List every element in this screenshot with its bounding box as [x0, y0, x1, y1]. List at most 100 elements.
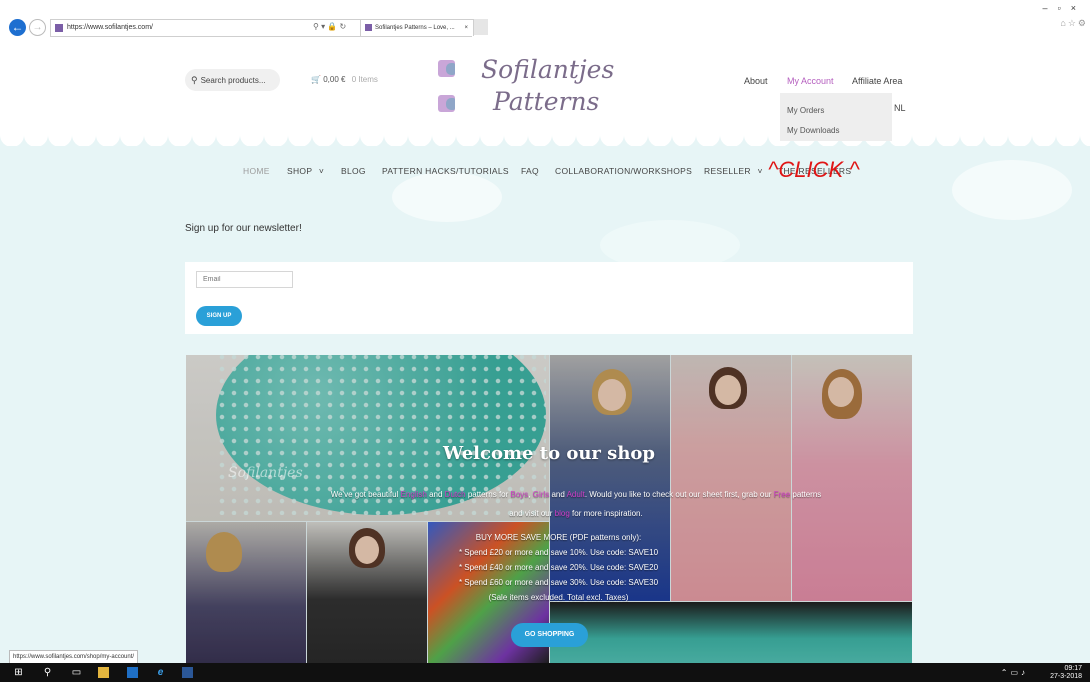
scallop — [696, 124, 720, 146]
web-page: ⚲ Search products... 🛒 0,00 € 0 Items Sof… — [0, 40, 1090, 663]
forward-arrow-icon[interactable]: → — [29, 19, 46, 36]
newsletter-title: Sign up for our newsletter! — [185, 223, 302, 234]
search-products-box[interactable]: ⚲ Search products... — [185, 69, 280, 91]
logo-elephant-icon[interactable] — [438, 95, 455, 112]
hero-text-part: We've got beautiful — [330, 490, 399, 499]
windows-start-icon[interactable]: ⊞ — [13, 667, 24, 678]
menu-home[interactable]: HOME — [243, 166, 270, 176]
scallop — [744, 124, 768, 146]
dropdown-item-my-downloads[interactable]: My Downloads — [787, 126, 839, 135]
scallop — [936, 124, 960, 146]
tab-title: Sofilantjes Patterns – Love, ... — [375, 25, 455, 31]
go-shopping-button[interactable]: GO SHOPPING — [511, 623, 588, 647]
search-icon: ⚲ — [191, 75, 198, 85]
scallop — [480, 124, 504, 146]
scallop — [504, 124, 528, 146]
scallop — [984, 124, 1008, 146]
task-view-icon[interactable]: ▭ — [71, 667, 82, 678]
scallop — [528, 124, 552, 146]
link-english[interactable]: English — [401, 490, 427, 499]
scallop — [1056, 124, 1080, 146]
search-placeholder: Search products... — [200, 76, 266, 85]
scallop — [192, 124, 216, 146]
link-blog[interactable]: blog — [555, 509, 570, 518]
internet-explorer-icon[interactable]: e — [155, 667, 166, 678]
dropdown-item-my-orders[interactable]: My Orders — [787, 106, 824, 115]
scallop — [1032, 124, 1056, 146]
scallop — [552, 124, 576, 146]
menu-collaboration[interactable]: COLLABORATION/WORKSHOPS — [555, 166, 692, 176]
top-link-my-account[interactable]: My Account — [787, 76, 834, 86]
scallop — [240, 124, 264, 146]
link-dutch[interactable]: Dutch — [445, 490, 466, 499]
hero-banner: Sofilantjes Welcome to our shop We've go… — [186, 355, 912, 663]
scallop — [408, 124, 432, 146]
link-boys[interactable]: Boys — [511, 490, 529, 499]
hero-text-part: . Would you like to check out our sheet … — [584, 490, 772, 499]
logo-text-line1[interactable]: Sofilantjes — [481, 55, 614, 84]
file-explorer-icon[interactable] — [98, 667, 109, 678]
scallop — [144, 124, 168, 146]
scallop — [24, 124, 48, 146]
hero-intro-text: We've got beautiful English and Dutch pa… — [330, 490, 822, 518]
cart-amount: 0,00 € — [323, 75, 346, 84]
scallop — [720, 124, 744, 146]
top-link-affiliate-area[interactable]: Affiliate Area — [852, 76, 902, 86]
scallop — [96, 124, 120, 146]
logo-text-line2[interactable]: Patterns — [493, 87, 599, 116]
top-link-about[interactable]: About — [744, 76, 768, 86]
scallop — [384, 124, 408, 146]
email-field[interactable] — [196, 271, 293, 288]
hero-text-part: and visit our — [509, 509, 553, 518]
scallop — [48, 124, 72, 146]
promo-line: * Spend £40 or more and save 20%. Use co… — [458, 563, 659, 572]
menu-blog[interactable]: BLOG — [341, 166, 366, 176]
system-tray-icons[interactable]: ⌃▭♪ — [1001, 668, 1028, 677]
back-arrow-icon[interactable]: ← — [9, 19, 26, 36]
scallop — [120, 124, 144, 146]
scallop — [72, 124, 96, 146]
hero-logo-watermark: Sofilantjes — [228, 465, 303, 481]
chevron-down-icon: ˅ — [757, 166, 763, 176]
address-url: https://www.sofilantjes.com/ — [67, 24, 153, 31]
scallop — [312, 124, 336, 146]
scallop — [168, 124, 192, 146]
scallop — [360, 124, 384, 146]
scallop — [336, 124, 360, 146]
background-cloud — [392, 172, 502, 222]
taskbar-clock[interactable]: 09:17 27-3-2018 — [1050, 665, 1082, 681]
word-icon[interactable] — [182, 667, 193, 678]
windows-taskbar: ⊞ ⚲ ▭ e ⌃▭♪ 09:17 27-3-2018 — [0, 663, 1090, 682]
scallop — [600, 124, 624, 146]
chevron-down-icon: ˅ — [318, 166, 325, 176]
menu-shop-label: SHOP — [287, 166, 313, 176]
link-girls[interactable]: Girls — [533, 490, 549, 499]
cart-summary[interactable]: 🛒 0,00 € 0 Items — [311, 75, 378, 84]
link-adult[interactable]: Adult — [567, 490, 585, 499]
menu-reseller[interactable]: RESELLER ˅ — [704, 166, 763, 176]
window-controls[interactable]: –▫× — [1043, 3, 1086, 13]
sign-up-button[interactable]: SIGN UP — [196, 306, 242, 326]
browser-tab[interactable]: Sofilantjes Patterns – Love, ... × — [360, 19, 474, 36]
menu-shop[interactable]: SHOP ˅ — [287, 166, 324, 176]
hero-text-part: and — [429, 490, 443, 499]
cart-basket-icon: 🛒 — [311, 75, 321, 84]
new-tab-button[interactable] — [474, 19, 488, 35]
tab-close-icon[interactable]: × — [464, 20, 468, 36]
search-lock-refresh-icons[interactable]: ⚲ ▾ 🔒 ↻ — [313, 22, 346, 31]
logo-elephant-icon[interactable] — [438, 60, 455, 77]
scallop — [912, 124, 936, 146]
outlook-icon[interactable] — [127, 667, 138, 678]
scallop — [1008, 124, 1032, 146]
menu-reseller-label: RESELLER — [704, 166, 751, 176]
menu-pattern-hacks[interactable]: PATTERN HACKS/TUTORIALS — [382, 166, 509, 176]
scallop — [264, 124, 288, 146]
link-free[interactable]: Free — [774, 490, 790, 499]
menu-faq[interactable]: FAQ — [521, 166, 539, 176]
promo-line: * Spend £20 or more and save 10%. Use co… — [458, 548, 659, 557]
scallop — [648, 124, 672, 146]
search-icon[interactable]: ⚲ — [42, 667, 53, 678]
browser-home-star-gear-icons[interactable]: ⌂☆⚙ — [1060, 18, 1088, 29]
language-switch-nl[interactable]: NL — [894, 103, 906, 113]
scallop — [0, 124, 24, 146]
